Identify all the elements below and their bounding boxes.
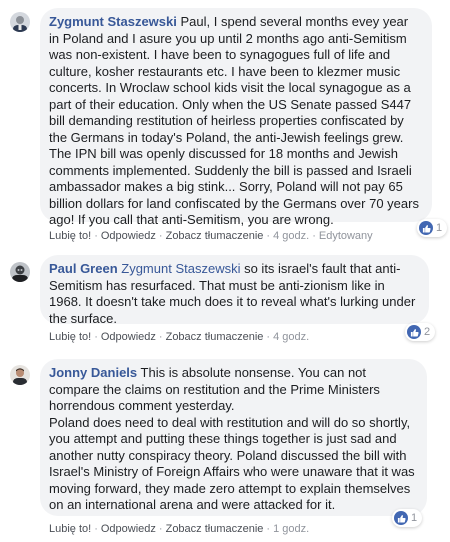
mention-link[interactable]: Zygmunt Staszewski [121,261,240,276]
timestamp-link[interactable]: 4 godz. [273,230,309,242]
separator: · [94,331,98,343]
comment-author-link[interactable]: Paul Green [49,261,118,276]
comment-actions: Lubię to! · Odpowiedz · Zobacz tłumaczenie · 4… [49,330,309,344]
separator: · [158,331,163,343]
separator: · [266,331,271,343]
see-translation-link[interactable]: Zobacz tłumaczenie [166,331,264,343]
comment-bubble: Zygmunt Staszewski Paul, I spend several… [40,8,432,227]
comment-bubble: Jonny Daniels This is absolute nonsense.… [40,359,427,516]
separator: · [158,523,163,535]
like-link[interactable]: Lubię to! [49,523,91,535]
separator: · [158,230,163,242]
reply-link[interactable]: Odpowiedz [101,523,156,535]
comment-bubble: Paul Green Zygmunt Staszewski so its isr… [40,255,429,326]
separator: · [266,230,271,242]
reaction-count-badge[interactable]: 2 [405,323,436,341]
timestamp-link[interactable]: 4 godz. [273,331,309,343]
like-link[interactable]: Lubię to! [49,230,91,242]
comment-text: Paul, I spend several months evey year i… [49,14,423,227]
separator: · [266,523,271,535]
like-count: 2 [424,326,431,338]
reaction-count-badge[interactable]: 1 [392,509,423,527]
reply-link[interactable]: Odpowiedz [101,230,156,242]
comment-author-link[interactable]: Zygmunt Staszewski [49,14,177,29]
separator: · [94,523,98,535]
see-translation-link[interactable]: Zobacz tłumaczenie [166,523,264,535]
comment-author-link[interactable]: Jonny Daniels [49,365,137,380]
comment-actions: Lubię to! · Odpowiedz · Zobacz tłumaczenie · 1… [49,522,309,536]
comment-text: This is absolute nonsense. You can not c… [49,365,415,512]
reaction-count-badge[interactable]: 1 [417,219,448,237]
separator: · [94,230,98,242]
timestamp-link[interactable]: 1 godz. [273,523,309,535]
thumbs-up-icon [394,511,408,525]
separator: · [312,230,316,242]
user-avatar-icon[interactable] [10,12,30,32]
see-translation-link[interactable]: Zobacz tłumaczenie [166,230,264,242]
thumbs-up-icon [407,325,421,339]
like-count: 1 [436,222,443,234]
user-avatar-icon[interactable] [10,262,30,282]
user-avatar-icon[interactable] [10,365,30,385]
edited-label[interactable]: Edytowany [319,230,373,242]
comment-actions: Lubię to! · Odpowiedz · Zobacz tłumaczenie · 4… [49,229,373,243]
like-count: 1 [411,512,418,524]
comment-thread: Zygmunt Staszewski Paul, I spend several… [0,0,450,542]
like-link[interactable]: Lubię to! [49,331,91,343]
thumbs-up-icon [419,221,433,235]
reply-link[interactable]: Odpowiedz [101,331,156,343]
